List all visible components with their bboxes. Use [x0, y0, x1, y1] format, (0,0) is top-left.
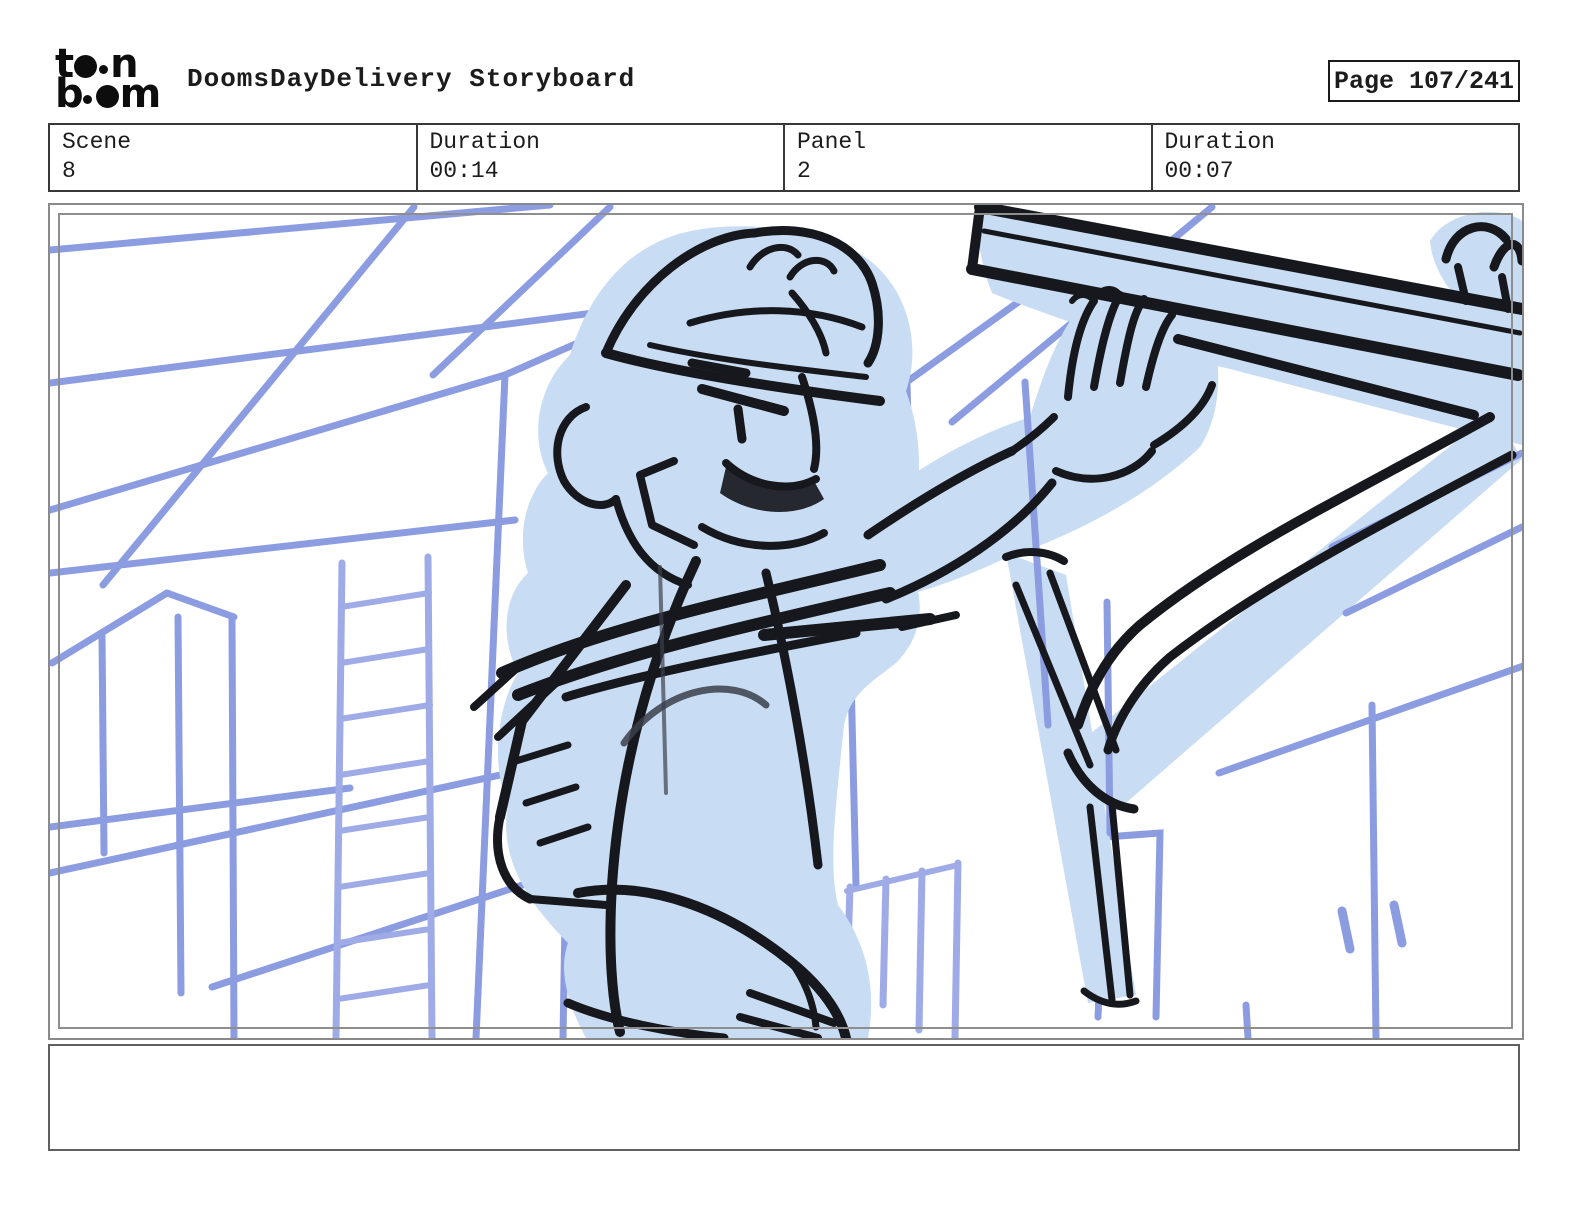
info-label: Duration: [1164, 129, 1275, 155]
logo-line-2: bm: [55, 71, 185, 117]
toonboom-logo: tn bm: [55, 44, 185, 117]
info-value: 8: [62, 158, 76, 184]
panel-caption-box[interactable]: [48, 1044, 1520, 1151]
info-label: Duration: [429, 129, 540, 155]
info-value: 00:07: [1164, 158, 1234, 184]
logo-dot-icon: [82, 95, 92, 104]
info-value: 2: [797, 158, 811, 184]
storyboard-panel-drawing: [50, 205, 1522, 1038]
info-value: 00:14: [429, 158, 499, 184]
logo-dot-icon: [99, 65, 109, 74]
storyboard-panel: [48, 203, 1524, 1040]
info-cell-panel-duration: Duration 00:07: [1150, 125, 1519, 190]
logo-letter: b: [55, 71, 84, 117]
logo-dot-icon: [95, 85, 119, 108]
page-number-badge: Page 107/241: [1328, 60, 1520, 102]
logo-letter: m: [119, 71, 162, 117]
storyboard-page: tn bm DoomsDayDelivery Storyboard Page 1…: [0, 0, 1584, 1224]
info-cell-scene: Scene 8: [50, 125, 416, 190]
info-cell-panel: Panel 2: [783, 125, 1151, 190]
info-label: Panel: [797, 129, 867, 155]
panel-info-row: Scene 8 Duration 00:14 Panel 2 Duration …: [48, 123, 1520, 192]
document-title: DoomsDayDelivery Storyboard: [187, 64, 636, 94]
info-cell-scene-duration: Duration 00:14: [415, 125, 784, 190]
info-label: Scene: [62, 129, 132, 155]
